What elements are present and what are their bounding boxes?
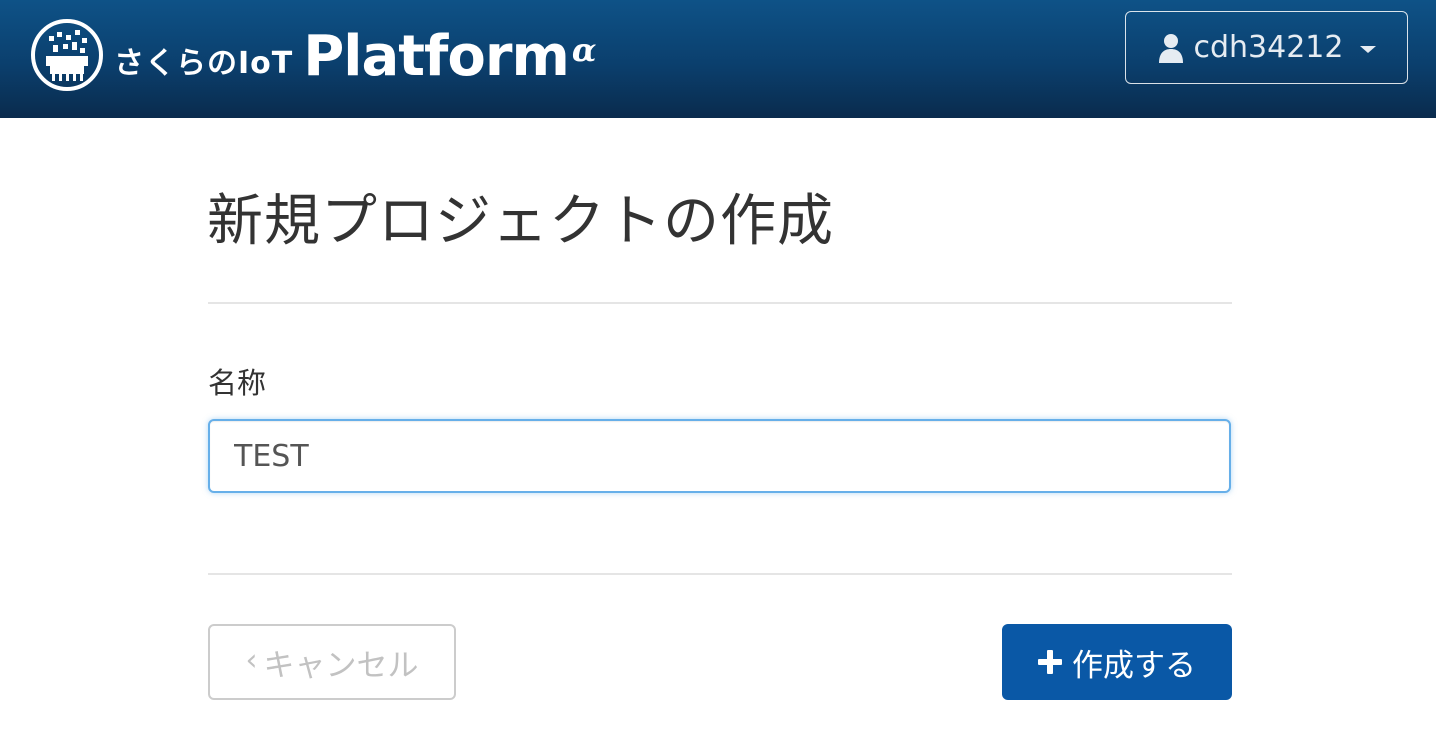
- user-menu-dropdown[interactable]: cdh34212: [1125, 11, 1408, 84]
- cancel-button-label: キャンセル: [263, 647, 419, 684]
- caret-down-icon: [1359, 46, 1376, 53]
- chevron-left-icon: ‹: [245, 642, 258, 678]
- brand-sakura-text: さくらのIoT: [114, 46, 294, 81]
- title-divider: [208, 302, 1232, 304]
- plus-icon: [1038, 650, 1062, 674]
- project-name-input[interactable]: [208, 419, 1231, 493]
- top-navbar: さくらのIoT Platform α cdh34212: [0, 0, 1436, 118]
- page-title: 新規プロジェクトの作成: [207, 189, 834, 254]
- create-project-button[interactable]: 作成する: [1002, 624, 1232, 700]
- brand-platform-text: Platform: [303, 23, 570, 89]
- name-field-label: 名称: [208, 366, 267, 400]
- brand-alpha-text: α: [571, 31, 597, 69]
- form-divider: [208, 573, 1232, 575]
- create-button-label: 作成する: [1072, 647, 1196, 684]
- sakura-iot-logo-icon: [31, 19, 103, 91]
- user-icon: [1158, 33, 1183, 63]
- brand-logo[interactable]: さくらのIoT Platform α: [30, 16, 596, 94]
- username-label: cdh34212: [1193, 30, 1344, 65]
- cancel-button[interactable]: ‹ キャンセル: [208, 624, 456, 700]
